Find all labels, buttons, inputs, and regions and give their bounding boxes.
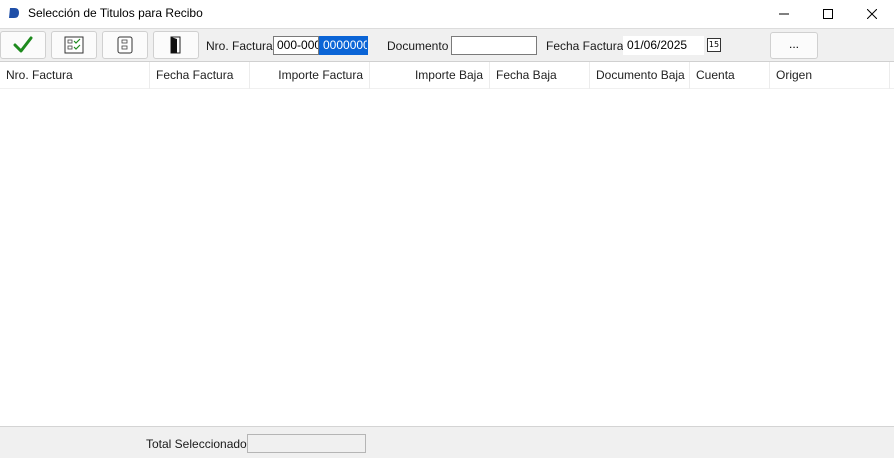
select-all-button[interactable] bbox=[51, 31, 97, 59]
maximize-icon bbox=[823, 9, 833, 19]
total-seleccionado-label: Total Seleccionado bbox=[146, 437, 247, 451]
close-icon bbox=[867, 9, 877, 19]
more-options-button[interactable]: ... bbox=[770, 32, 818, 59]
grid-header: Nro. Factura Fecha Factura Importe Factu… bbox=[0, 62, 894, 89]
documento-field[interactable] bbox=[451, 36, 537, 55]
checklist-icon bbox=[64, 36, 84, 54]
title-bar: Selección de Titulos para Recibo bbox=[0, 0, 894, 28]
column-header-fecha-baja[interactable]: Fecha Baja bbox=[490, 62, 590, 89]
column-header-importe-baja[interactable]: Importe Baja bbox=[370, 62, 490, 89]
minimize-button[interactable] bbox=[762, 0, 806, 28]
column-header-fecha-factura[interactable]: Fecha Factura bbox=[150, 62, 250, 89]
minimize-icon bbox=[779, 13, 789, 15]
maximize-button[interactable] bbox=[806, 0, 850, 28]
calendar-icon[interactable]: 15 bbox=[707, 38, 721, 52]
column-header-cuenta[interactable]: Cuenta bbox=[690, 62, 770, 89]
empty-list-icon bbox=[117, 36, 133, 54]
deselect-all-button[interactable] bbox=[102, 31, 148, 59]
app-logo-icon bbox=[9, 8, 19, 18]
exit-button[interactable] bbox=[153, 31, 199, 59]
nro-factura-label: Nro. Factura bbox=[206, 39, 273, 53]
documento-label: Documento bbox=[387, 39, 449, 53]
toolbar: Nro. Factura 000-000 0000000 Documento F… bbox=[0, 28, 894, 61]
close-button[interactable] bbox=[850, 0, 894, 28]
checkmark-icon bbox=[13, 36, 33, 53]
fecha-factura-field[interactable]: 01/06/2025 bbox=[623, 36, 704, 55]
fecha-factura-label: Fecha Factura bbox=[546, 39, 624, 53]
footer-bar: Total Seleccionado bbox=[0, 426, 894, 458]
total-seleccionado-field bbox=[247, 434, 366, 453]
window-title: Selección de Titulos para Recibo bbox=[28, 6, 203, 20]
nro-factura-number-field[interactable]: 0000000 bbox=[319, 36, 368, 55]
column-header-origen[interactable]: Origen bbox=[770, 62, 890, 89]
door-exit-icon bbox=[170, 36, 181, 54]
titles-grid[interactable]: Nro. Factura Fecha Factura Importe Factu… bbox=[0, 61, 894, 426]
column-header-importe-factura[interactable]: Importe Factura bbox=[250, 62, 370, 89]
column-header-nro-factura[interactable]: Nro. Factura bbox=[0, 62, 150, 89]
nro-factura-prefix-field[interactable]: 000-000 bbox=[273, 36, 319, 55]
column-header-documento-baja[interactable]: Documento Baja bbox=[590, 62, 690, 89]
accept-button[interactable] bbox=[0, 31, 46, 59]
